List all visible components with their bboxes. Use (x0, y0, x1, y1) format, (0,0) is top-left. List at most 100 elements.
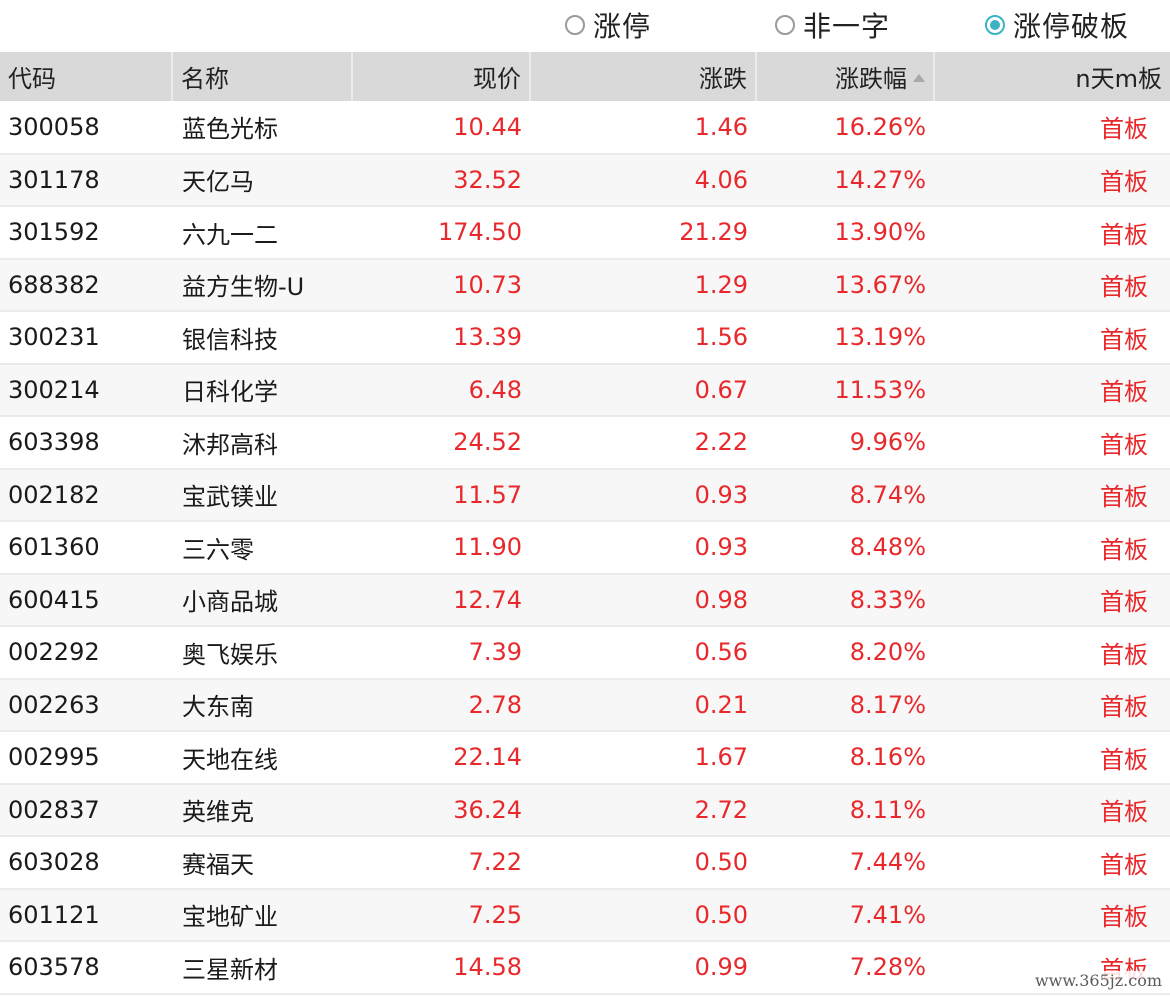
filter-label: 非一字 (803, 10, 891, 43)
table-row[interactable]: 603578 三星新材 14.58 0.99 7.28% 首板 (0, 941, 1170, 994)
cell-code: 300058 (8, 112, 100, 141)
cell-boards: 首板 (1100, 903, 1148, 932)
cell-boards: 首板 (1100, 273, 1148, 302)
cell-code: 002182 (8, 480, 100, 509)
cell-name: 宝地矿业 (182, 903, 278, 932)
cell-change-pct: 9.96% (849, 428, 926, 457)
cell-name: 三星新材 (182, 955, 278, 984)
cell-boards: 首板 (1100, 168, 1148, 197)
cell-name: 天亿马 (182, 168, 254, 197)
cell-boards: 首板 (1100, 798, 1148, 827)
cell-name: 英维克 (182, 798, 254, 827)
cell-name: 蓝色光标 (182, 115, 278, 144)
cell-name: 益方生物-U (182, 273, 305, 302)
cell-name: 天地在线 (182, 745, 278, 774)
cell-price: 11.90 (453, 533, 522, 562)
table-row[interactable]: 002995 天地在线 22.14 1.67 8.16% 首板 (0, 731, 1170, 784)
cell-change-pct: 7.44% (849, 848, 926, 877)
stock-table: 代码 名称 现价 涨跌 涨跌幅 n天m板 300058 蓝色光标 10.44 1.46… (0, 52, 1170, 995)
table-row[interactable]: 300058 蓝色光标 10.44 1.46 16.26% 首板 (0, 101, 1170, 154)
table-row[interactable]: 301592 六九一二 174.50 21.29 13.90% 首板 (0, 206, 1170, 259)
filter-limit-up-radio[interactable]: 涨停 (565, 6, 651, 44)
cell-change: 0.50 (694, 848, 748, 877)
cell-change: 0.93 (694, 480, 748, 509)
table-row[interactable]: 601121 宝地矿业 7.25 0.50 7.41% 首板 (0, 888, 1170, 941)
cell-change-pct: 8.48% (849, 533, 926, 562)
table-row[interactable]: 603398 沐邦高科 24.52 2.22 9.96% 首板 (0, 416, 1170, 469)
column-header-change-pct[interactable]: 涨跌幅 (756, 52, 935, 101)
cell-code: 603398 (8, 428, 100, 457)
column-header-name[interactable]: 名称 (172, 52, 353, 101)
cell-price: 32.52 (453, 165, 522, 194)
table-row[interactable]: 300214 日科化学 6.48 0.67 11.53% 首板 (0, 363, 1170, 416)
cell-change-pct: 13.19% (834, 323, 926, 352)
cell-price: 7.22 (468, 848, 522, 877)
cell-change-pct: 13.67% (834, 270, 926, 299)
cell-code: 002837 (8, 795, 100, 824)
table-row[interactable]: 002292 奥飞娱乐 7.39 0.56 8.20% 首板 (0, 626, 1170, 679)
cell-price: 10.44 (453, 112, 522, 141)
cell-change-pct: 7.41% (849, 900, 926, 929)
cell-change: 4.06 (694, 165, 748, 194)
table-body: 300058 蓝色光标 10.44 1.46 16.26% 首板 301178 天亿马 32.5… (0, 101, 1170, 994)
cell-boards: 首板 (1100, 220, 1148, 249)
cell-name: 宝武镁业 (182, 483, 278, 512)
cell-change-pct: 8.20% (849, 638, 926, 667)
cell-code: 301178 (8, 165, 100, 194)
table-row[interactable]: 688382 益方生物-U 10.73 1.29 13.67% 首板 (0, 258, 1170, 311)
cell-price: 174.50 (438, 218, 522, 247)
cell-code: 601360 (8, 533, 100, 562)
table-row[interactable]: 002182 宝武镁业 11.57 0.93 8.74% 首板 (0, 468, 1170, 521)
column-header-boards[interactable]: n天m板 (934, 52, 1170, 101)
cell-price: 13.39 (453, 323, 522, 352)
cell-boards: 首板 (1100, 745, 1148, 774)
cell-code: 603578 (8, 953, 100, 982)
cell-boards: 首板 (1100, 430, 1148, 459)
filter-limit-up-broken-radio[interactable]: 涨停破板 (985, 6, 1129, 44)
cell-name: 六九一二 (182, 220, 278, 249)
table-row[interactable]: 600415 小商品城 12.74 0.98 8.33% 首板 (0, 573, 1170, 626)
table-row[interactable]: 601360 三六零 11.90 0.93 8.48% 首板 (0, 521, 1170, 574)
table-header: 代码 名称 现价 涨跌 涨跌幅 n天m板 (0, 52, 1170, 101)
column-header-code[interactable]: 代码 (0, 52, 173, 101)
cell-change: 2.72 (694, 795, 748, 824)
cell-code: 688382 (8, 270, 100, 299)
cell-boards: 首板 (1100, 640, 1148, 669)
cell-change: 0.21 (694, 690, 748, 719)
cell-change: 0.93 (694, 533, 748, 562)
table-row[interactable]: 300231 银信科技 13.39 1.56 13.19% 首板 (0, 311, 1170, 364)
cell-boards: 首板 (1100, 588, 1148, 617)
cell-name: 小商品城 (182, 588, 278, 617)
cell-boards: 首板 (1100, 483, 1148, 512)
cell-code: 002995 (8, 743, 100, 772)
cell-price: 12.74 (453, 585, 522, 614)
table-row[interactable]: 603028 赛福天 7.22 0.50 7.44% 首板 (0, 836, 1170, 889)
cell-change: 0.56 (694, 638, 748, 667)
cell-change: 0.50 (694, 900, 748, 929)
cell-change-pct: 8.17% (849, 690, 926, 719)
table-row[interactable]: 002263 大东南 2.78 0.21 8.17% 首板 (0, 678, 1170, 731)
column-header-change[interactable]: 涨跌 (530, 52, 757, 101)
cell-change: 1.67 (694, 743, 748, 772)
cell-change: 2.22 (694, 428, 748, 457)
cell-change: 0.67 (694, 375, 748, 404)
cell-name: 大东南 (182, 693, 254, 722)
table-row[interactable]: 301178 天亿马 32.52 4.06 14.27% 首板 (0, 153, 1170, 206)
filter-bar: 涨停 非一字 涨停破板 (0, 0, 1170, 52)
cell-change: 1.46 (694, 112, 748, 141)
cell-price: 10.73 (453, 270, 522, 299)
cell-boards: 首板 (1100, 378, 1148, 407)
cell-boards: 首板 (1100, 535, 1148, 564)
cell-price: 11.57 (453, 480, 522, 509)
cell-change-pct: 14.27% (834, 165, 926, 194)
cell-code: 600415 (8, 585, 100, 614)
table-row[interactable]: 002837 英维克 36.24 2.72 8.11% 首板 (0, 783, 1170, 836)
cell-code: 603028 (8, 848, 100, 877)
cell-boards: 首板 (1100, 325, 1148, 354)
cell-change: 0.98 (694, 585, 748, 614)
cell-change-pct: 13.90% (834, 218, 926, 247)
cell-name: 银信科技 (182, 325, 278, 354)
cell-price: 14.58 (453, 953, 522, 982)
filter-non-one-word-radio[interactable]: 非一字 (775, 6, 890, 44)
column-header-price[interactable]: 现价 (352, 52, 531, 101)
